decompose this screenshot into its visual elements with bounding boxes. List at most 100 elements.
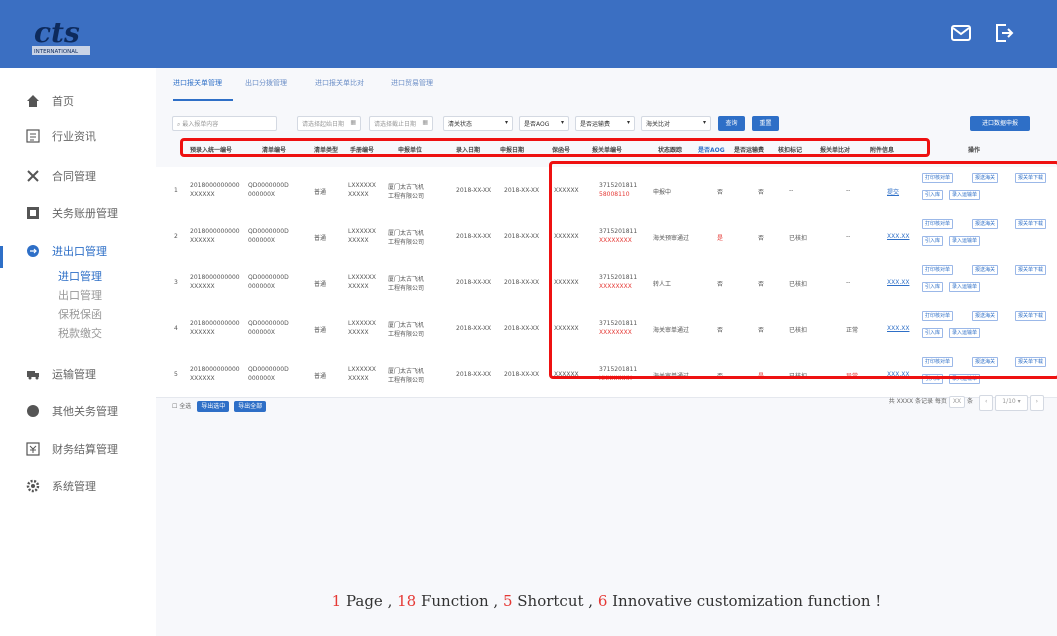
promo-caption: 1 Page , 18 Function , 5 Shortcut , 6 In… bbox=[156, 592, 1057, 610]
table-cell: 000000X bbox=[248, 329, 276, 336]
table-cell: 普通 bbox=[314, 373, 327, 380]
table-cell: LXXXXXX bbox=[348, 228, 377, 235]
company-logo[interactable]: cts INTERNATIONAL bbox=[30, 12, 100, 58]
table-cell: 2018000000000 bbox=[190, 366, 240, 373]
status-select[interactable]: 清关状态 ▾ bbox=[443, 116, 513, 131]
tab-import-declaration[interactable]: 进口报关单管理 bbox=[173, 78, 222, 88]
sidebar-subitem-bond[interactable]: 保税保函 bbox=[58, 306, 102, 322]
table-cell: XXXXXX bbox=[190, 283, 215, 290]
row-index: 2 bbox=[174, 233, 178, 240]
sidebar-subitem-import[interactable]: 进口管理 bbox=[58, 268, 102, 284]
table-cell: 2018-XX-XX bbox=[456, 279, 492, 286]
table-cell: 2018-XX-XX bbox=[456, 325, 492, 332]
sidebar-item-system[interactable]: 系统管理 bbox=[26, 478, 96, 494]
row-index: 4 bbox=[174, 325, 178, 332]
table-cell: XXXXXX bbox=[190, 237, 215, 244]
page-select[interactable]: 1/10 ▾ bbox=[995, 395, 1028, 411]
table-cell: 000000X bbox=[248, 375, 276, 382]
sidebar-item-transport[interactable]: 运输管理 bbox=[26, 366, 96, 382]
sidebar-item-label: 首页 bbox=[52, 95, 74, 108]
sidebar-item-contract[interactable]: 合同管理 bbox=[26, 168, 96, 184]
table-cell: XXXXX bbox=[348, 191, 369, 198]
sidebar-item-other[interactable]: 其他关务管理 bbox=[26, 403, 118, 419]
table-cell: 2018-XX-XX bbox=[456, 371, 492, 378]
active-indicator bbox=[0, 246, 3, 268]
prev-page-button[interactable]: ‹ bbox=[978, 395, 994, 411]
truck-icon bbox=[27, 371, 39, 380]
sidebar-subitem-tax[interactable]: 税款缴交 bbox=[58, 325, 102, 341]
main-content: 进口报关单管理 出口分拨管理 进口报关单比对 进口贸易管理 ⌕ 最入报单内容 请… bbox=[156, 68, 1057, 636]
search-input[interactable]: ⌕ 最入报单内容 bbox=[172, 116, 277, 131]
chevron-down-icon: ▾ bbox=[702, 119, 706, 126]
sidebar-item-label: 财务结算管理 bbox=[52, 443, 118, 456]
tab-export-distribution[interactable]: 出口分拨管理 bbox=[245, 78, 287, 88]
query-button[interactable]: 查询 bbox=[718, 116, 745, 131]
caption-number: 18 bbox=[397, 592, 417, 610]
calendar-icon: ▦ bbox=[422, 119, 428, 126]
reset-button[interactable]: 重置 bbox=[752, 116, 779, 131]
top-bar: cts INTERNATIONAL bbox=[0, 0, 1057, 68]
date-start-field[interactable]: 请选择起始日期 ▦ bbox=[297, 116, 361, 131]
select-all-checkbox[interactable]: ☐ 全选 bbox=[172, 403, 191, 410]
export-all-button[interactable]: 导出全部 bbox=[234, 401, 267, 412]
per-page-unit: 条 bbox=[967, 398, 974, 405]
table-cell: QD0000000D bbox=[248, 182, 289, 189]
table-cell: XXXXX bbox=[348, 283, 369, 290]
sidebar-item-finance[interactable]: 财务结算管理 bbox=[26, 441, 118, 457]
table-cell: 2018-XX-XX bbox=[504, 233, 540, 240]
table-cell: 000000X bbox=[248, 237, 276, 244]
import-export-icon bbox=[27, 245, 39, 257]
svg-text:INTERNATIONAL: INTERNATIONAL bbox=[34, 49, 79, 55]
table-cell: 2018-XX-XX bbox=[456, 187, 492, 194]
compare-select[interactable]: 海关比对 ▾ bbox=[641, 116, 711, 131]
table-cell: 普通 bbox=[314, 281, 327, 288]
tab-import-compare[interactable]: 进口报关单比对 bbox=[315, 78, 364, 88]
caption-text: Innovative customization function ! bbox=[607, 592, 882, 610]
mail-icon[interactable] bbox=[950, 22, 974, 46]
table-cell: 2018-XX-XX bbox=[504, 371, 540, 378]
table-cell: 普通 bbox=[314, 189, 327, 196]
table-cell: 2018-XX-XX bbox=[504, 279, 540, 286]
date-end-field[interactable]: 请选择截止日期 ▦ bbox=[369, 116, 433, 131]
caption-text: Page , bbox=[341, 592, 398, 610]
row-index: 1 bbox=[174, 187, 178, 194]
table-cell: XXXXX bbox=[348, 237, 369, 244]
aog-select[interactable]: 是否AOG ▾ bbox=[519, 116, 569, 131]
finance-icon bbox=[26, 442, 40, 456]
highlight-header-box bbox=[180, 138, 930, 157]
import-apply-button[interactable]: 进口数据申报 bbox=[970, 116, 1030, 131]
chevron-down-icon: ▾ bbox=[504, 119, 508, 126]
table-cell: 厦门太古飞机 bbox=[388, 368, 425, 375]
home-icon bbox=[27, 95, 39, 107]
table-cell: 厦门太古飞机 bbox=[388, 276, 425, 283]
export-selected-button[interactable]: 导出选中 bbox=[197, 401, 230, 412]
tab-import-trade[interactable]: 进口贸易管理 bbox=[391, 78, 433, 88]
table-cell: XXXXXX bbox=[190, 329, 215, 336]
svg-text:cts: cts bbox=[34, 16, 80, 49]
filter-bar: ⌕ 最入报单内容 请选择起始日期 ▦ 请选择截止日期 ▦ 清关状态 ▾ 是否AO… bbox=[172, 116, 1057, 136]
pagination: 共 XXXX 条记录 每页 XX 条 ‹ 1/10 ▾ › bbox=[889, 395, 1044, 411]
table-cell: XXXXX bbox=[348, 375, 369, 382]
table-cell: 2018-XX-XX bbox=[504, 325, 540, 332]
calendar-icon: ▦ bbox=[350, 119, 356, 126]
news-icon bbox=[26, 129, 40, 143]
next-page-button[interactable]: › bbox=[1029, 395, 1044, 411]
sidebar-item-news[interactable]: 行业资讯 bbox=[26, 128, 96, 144]
table-cell: LXXXXXX bbox=[348, 320, 377, 327]
record-summary: 共 XXXX 条记录 每页 bbox=[888, 398, 947, 405]
chevron-down-icon: ▾ bbox=[560, 119, 564, 126]
table-cell: QD0000000D bbox=[248, 228, 289, 235]
sidebar-item-label: 进出口管理 bbox=[52, 245, 107, 258]
ledger-icon bbox=[27, 207, 39, 219]
sidebar-item-ledger[interactable]: 关务账册管理 bbox=[26, 205, 118, 221]
table-cell: 2018000000000 bbox=[190, 274, 240, 281]
logout-icon[interactable] bbox=[993, 22, 1017, 46]
table-cell: 厦门太古飞机 bbox=[388, 322, 425, 329]
row-index: 5 bbox=[174, 371, 178, 378]
per-page-input[interactable]: XX bbox=[948, 396, 966, 408]
sidebar-item-home[interactable]: 首页 bbox=[26, 93, 74, 109]
sidebar-subitem-export[interactable]: 出口管理 bbox=[58, 287, 102, 303]
sidebar-item-import-export[interactable]: 进出口管理 bbox=[26, 243, 107, 259]
settings-icon bbox=[26, 479, 40, 493]
transfer-select[interactable]: 是否运输费 ▾ bbox=[575, 116, 635, 131]
